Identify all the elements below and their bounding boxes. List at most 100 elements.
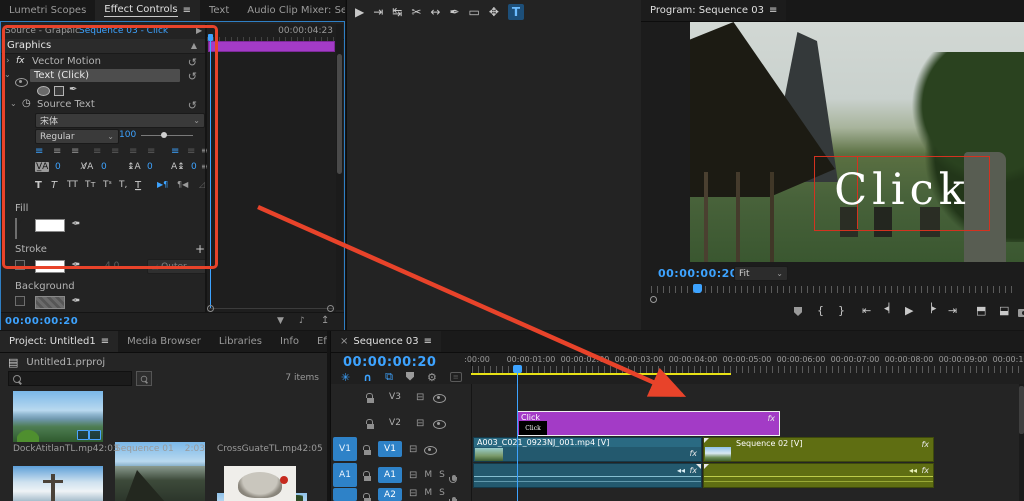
mini-clip-bar[interactable]: Click: [208, 41, 335, 52]
all-caps-icon[interactable]: TT: [67, 180, 78, 190]
track-output-eye-icon[interactable]: [433, 414, 446, 433]
baseline-shift-icon[interactable]: A↨: [171, 162, 185, 172]
mark-in-button[interactable]: {: [817, 304, 824, 317]
slip-tool-icon[interactable]: ↔: [430, 5, 440, 19]
font-family-dropdown[interactable]: 宋体 ⌄: [35, 113, 205, 128]
nest-toggle-icon[interactable]: ✳: [341, 371, 350, 384]
background-checkbox[interactable]: [15, 296, 25, 306]
clip-name[interactable]: CrossGuateTL.mp4: [217, 444, 303, 454]
mini-playhead[interactable]: [210, 34, 211, 309]
track-lock-icon[interactable]: [364, 440, 371, 459]
clip-name[interactable]: Sequence 01: [115, 444, 174, 454]
panel-menu-icon[interactable]: ≡: [101, 336, 109, 347]
reset-source-text-icon[interactable]: ↺: [188, 99, 197, 112]
tab-lumetri-scopes[interactable]: Lumetri Scopes: [0, 0, 95, 21]
selection-tool-icon[interactable]: ▶: [355, 5, 364, 19]
track-target-v3[interactable]: V3: [383, 389, 407, 405]
panel-menu-icon[interactable]: ≡: [769, 5, 777, 16]
play-button[interactable]: ▶: [905, 304, 913, 317]
track-target-a1[interactable]: A1: [378, 467, 402, 483]
source-text-property[interactable]: Source Text: [37, 99, 95, 110]
timeline-vscrollbar[interactable]: [1019, 384, 1024, 501]
timeline-playhead-grip[interactable]: [513, 365, 522, 373]
type-tool-icon[interactable]: T: [508, 4, 524, 20]
mute-button[interactable]: M: [424, 470, 432, 480]
close-icon[interactable]: ×: [340, 336, 348, 347]
project-item-thumbnail[interactable]: [13, 466, 103, 501]
stroke-checkbox[interactable]: [15, 260, 25, 270]
tabular-oldstyle-icon[interactable]: ≡: [187, 146, 195, 157]
background-color-swatch[interactable]: [35, 296, 65, 309]
rtl-direction-icon[interactable]: ▶¶: [157, 180, 168, 189]
justify-center-icon[interactable]: ≡: [111, 146, 119, 157]
step-back-button[interactable]: ◂▏: [884, 304, 895, 314]
pen-tool-icon[interactable]: ✒: [69, 84, 77, 95]
faux-italic-icon[interactable]: T: [51, 180, 57, 191]
align-center-icon[interactable]: ≡: [53, 146, 61, 157]
tab-info[interactable]: Info: [271, 331, 308, 352]
tab-effects[interactable]: Effects: [308, 331, 327, 352]
title-overlay-text[interactable]: Click: [816, 152, 988, 228]
export-frame-button[interactable]: [1018, 307, 1024, 320]
font-size-slider-knob[interactable]: [161, 132, 167, 138]
hand-tool-icon[interactable]: ✥: [489, 5, 499, 19]
timeline-timecode[interactable]: 00:00:00:20: [343, 355, 436, 370]
background-eyedropper-icon[interactable]: ✒: [71, 294, 80, 307]
effects-panel-timecode[interactable]: 00:00:00:20: [5, 316, 78, 327]
source-patch-a2[interactable]: [333, 488, 357, 501]
voiceover-mic-icon[interactable]: [452, 488, 456, 501]
stroke-type-dropdown[interactable]: ◿ Outer ⌄: [147, 259, 207, 274]
ripple-edit-tool-icon[interactable]: ↹: [392, 5, 402, 19]
header-play-icon[interactable]: ▶: [196, 26, 202, 35]
program-ruler[interactable]: [651, 286, 1017, 293]
project-item-thumbnail[interactable]: [224, 466, 296, 501]
step-forward-button[interactable]: ▕▸: [925, 304, 936, 314]
tabular-lining-icon[interactable]: ≡: [171, 146, 179, 157]
add-marker-icon[interactable]: [406, 371, 414, 384]
track-target-v1[interactable]: V1: [378, 441, 402, 457]
track-output-eye-icon[interactable]: [424, 440, 437, 459]
track-output-eye-icon[interactable]: [433, 388, 446, 407]
tab-sequence-03[interactable]: × Sequence 03 ≡: [331, 331, 441, 352]
track-target-a2[interactable]: A2: [378, 488, 402, 501]
align-right-icon[interactable]: ≡: [71, 146, 79, 157]
tab-text[interactable]: Text: [200, 0, 238, 21]
lift-button[interactable]: ⬒: [976, 304, 986, 317]
vector-motion-effect[interactable]: Vector Motion: [32, 56, 101, 67]
ltr-direction-icon[interactable]: ¶◀: [177, 180, 188, 189]
text-click-effect[interactable]: Text (Click): [30, 69, 180, 82]
rectangle-tool-icon[interactable]: ▭: [469, 5, 480, 19]
filter-funnel-icon[interactable]: ▼: [277, 316, 284, 326]
subscript-icon[interactable]: T,: [119, 180, 127, 190]
stroke-eyedropper-icon[interactable]: ✒: [71, 258, 80, 271]
go-to-in-button[interactable]: ⇤: [862, 304, 871, 317]
timeline-settings-wrench-icon[interactable]: ⚙: [427, 371, 437, 384]
clip-name[interactable]: DockAtitlanTL.mp4: [13, 444, 98, 454]
program-video-frame[interactable]: Click: [690, 22, 1024, 262]
fill-checkbox[interactable]: [15, 218, 17, 239]
zoom-level-dropdown[interactable]: Fit ⌄: [734, 266, 788, 281]
mute-button[interactable]: M: [424, 488, 432, 498]
tracking-value[interactable]: 0: [101, 162, 107, 172]
add-stroke-icon[interactable]: +: [195, 242, 205, 256]
razor-tool-icon[interactable]: ✂: [411, 5, 421, 19]
mini-zoom-handle-left[interactable]: [207, 305, 214, 312]
project-file-name[interactable]: Untitled1.prproj: [26, 357, 105, 368]
underline-icon[interactable]: T̲: [135, 180, 141, 191]
clip-a003-video[interactable]: A003_C021_0923NJ_001.mp4 [V] fx: [473, 437, 702, 462]
pen-tool-icon[interactable]: ✒: [449, 5, 459, 19]
track-lock-icon[interactable]: [364, 488, 371, 501]
export-icon[interactable]: ↥: [321, 315, 329, 326]
panel-menu-icon[interactable]: ≡: [424, 336, 432, 347]
reset-text-icon[interactable]: ↺: [188, 70, 197, 83]
collapse-sourcetext-icon[interactable]: ⌄: [10, 99, 17, 108]
sync-lock-icon[interactable]: ⊟: [409, 470, 417, 481]
clip-sequence02-audio[interactable]: ◂◂ fx: [703, 463, 934, 488]
tab-media-browser[interactable]: Media Browser: [118, 331, 210, 352]
fill-color-swatch[interactable]: [35, 219, 65, 232]
justify-left-icon[interactable]: ≡: [93, 146, 101, 157]
collapse-text-icon[interactable]: ⌄: [4, 70, 11, 79]
sync-lock-icon[interactable]: ⊟: [409, 488, 417, 499]
mini-zoom-handle-right[interactable]: [327, 305, 334, 312]
sync-lock-icon[interactable]: ⊟: [416, 418, 424, 429]
